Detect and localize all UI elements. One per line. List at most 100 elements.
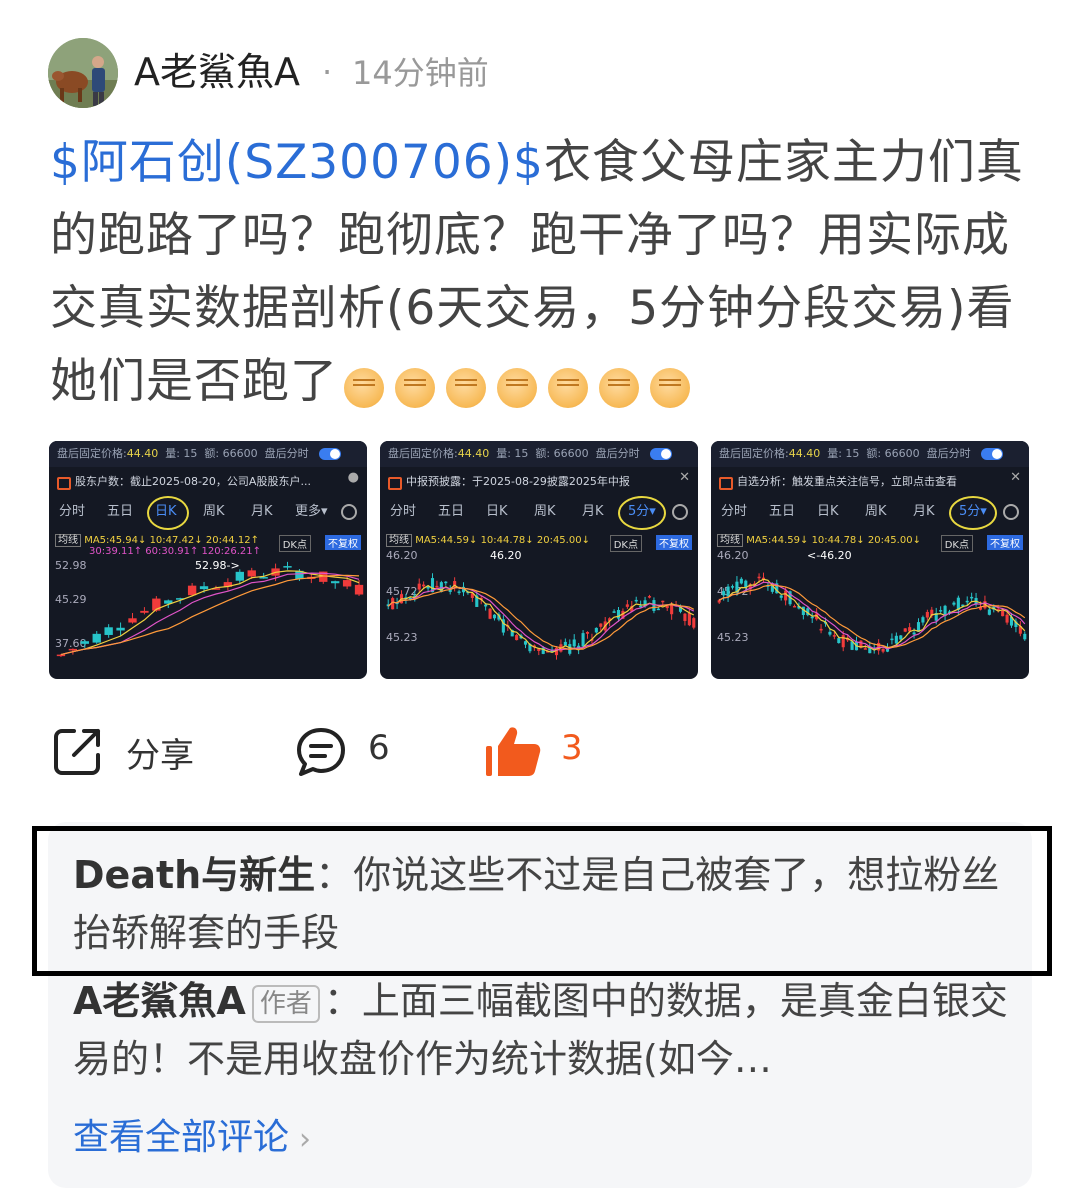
candle-body bbox=[104, 627, 113, 635]
candle-body bbox=[634, 599, 638, 602]
raised-fist-icon bbox=[548, 367, 588, 408]
comment-icon[interactable] bbox=[295, 726, 347, 778]
candle-body bbox=[841, 635, 845, 648]
candle-body bbox=[656, 608, 660, 611]
close-icon: ● bbox=[347, 470, 359, 485]
gear-icon bbox=[672, 504, 688, 520]
comment-username[interactable]: A老鯊魚A bbox=[73, 979, 246, 1023]
author-badge: 作者 bbox=[251, 984, 320, 1023]
candle-body bbox=[283, 566, 292, 568]
comment-count[interactable]: 6 bbox=[368, 728, 390, 768]
candle-body bbox=[594, 627, 598, 633]
candle-body bbox=[199, 586, 209, 590]
like-count[interactable]: 3 bbox=[561, 728, 583, 768]
candle-body bbox=[1023, 633, 1027, 640]
stock-tag-link[interactable]: $阿石创(SZ300706)$ bbox=[50, 135, 544, 190]
candle-body bbox=[921, 617, 925, 623]
candle-body bbox=[492, 614, 497, 619]
view-all-comments-link[interactable]: 查看全部评论 › bbox=[73, 1112, 311, 1166]
candle-body bbox=[647, 596, 652, 598]
candle-body bbox=[863, 648, 867, 650]
candle-body bbox=[661, 600, 665, 603]
candle-body bbox=[912, 632, 916, 635]
thumb-notice: 股东户数：截止2025-08-20，公司A股股东户... bbox=[49, 469, 367, 495]
thumbs-up-icon[interactable] bbox=[484, 724, 542, 778]
candle-body bbox=[1001, 610, 1005, 617]
candle-body bbox=[572, 639, 576, 647]
candle-body bbox=[585, 632, 590, 634]
candle-body bbox=[444, 581, 448, 584]
candle-body bbox=[939, 610, 943, 612]
ma-line bbox=[718, 581, 1026, 650]
candle-body bbox=[970, 596, 974, 599]
raised-fist-icon bbox=[395, 367, 435, 408]
candle-body bbox=[563, 641, 567, 646]
candle-body bbox=[828, 631, 832, 635]
candlestick-chart bbox=[717, 572, 1027, 655]
highlight-circle bbox=[147, 496, 189, 530]
candle-body bbox=[881, 649, 885, 652]
candle-body bbox=[435, 585, 439, 588]
candle-body bbox=[342, 580, 352, 587]
candle-body bbox=[187, 585, 197, 596]
ma-line bbox=[60, 572, 360, 656]
chart-thumbnail-3[interactable]: 盘后固定价格:44.40 量: 15 额: 66600 盘后分时 自选分析：触发… bbox=[711, 441, 1029, 679]
raised-fist-icon bbox=[650, 367, 690, 408]
close-icon: ✕ bbox=[679, 470, 690, 485]
candle-body bbox=[744, 580, 748, 588]
candle-body bbox=[779, 595, 783, 598]
gear-icon bbox=[341, 504, 357, 520]
thumb-notice: 中报预披露：于2025-08-29披露2025年中报 bbox=[380, 469, 698, 495]
after-hours-toggle bbox=[650, 448, 672, 460]
candle-body bbox=[417, 583, 421, 590]
share-icon[interactable] bbox=[52, 725, 104, 777]
chevron-right-icon: › bbox=[299, 1122, 312, 1157]
candle-body bbox=[894, 635, 898, 644]
share-button[interactable]: 分享 bbox=[126, 728, 194, 777]
candle-body bbox=[810, 616, 814, 619]
candle-body bbox=[235, 571, 244, 581]
candle-body bbox=[354, 584, 364, 595]
candle-body bbox=[717, 600, 721, 603]
candle-body bbox=[730, 586, 735, 588]
after-hours-toggle bbox=[319, 448, 341, 460]
chart-thumbnail-1[interactable]: 盘后固定价格:44.40 量: 15 额: 66600 盘后分时 股东户数：截止… bbox=[49, 441, 367, 679]
raised-fist-icon bbox=[497, 367, 537, 408]
candle-body bbox=[925, 611, 929, 618]
comment-item[interactable]: A老鯊魚A 作者 ：上面三幅截图中的数据，是真金白银交易的！不是用收盘价作为统计数据… bbox=[73, 972, 1013, 1088]
after-hours-toggle bbox=[981, 448, 1003, 460]
candle-body bbox=[128, 618, 137, 623]
candle-body bbox=[599, 623, 603, 627]
thumb-tabs: 分时 五日 日K 周K 月K 更多▾ bbox=[49, 496, 367, 530]
author-name[interactable]: A老鯊魚A bbox=[134, 46, 300, 98]
candle-body bbox=[616, 609, 621, 619]
highlight-circle bbox=[618, 496, 666, 530]
candle-body bbox=[687, 613, 691, 626]
candle-body bbox=[819, 628, 823, 631]
candlestick-chart bbox=[56, 561, 364, 658]
ma-line bbox=[718, 584, 1026, 649]
candle-body bbox=[80, 641, 89, 644]
post-text: $阿石创(SZ300706)$衣食父母庄家主力们真的跑路了吗？跑彻底？跑干净了吗… bbox=[50, 126, 1030, 421]
candle-body bbox=[56, 654, 66, 657]
candle-body bbox=[581, 633, 585, 647]
candle-body bbox=[757, 576, 761, 579]
candle-body bbox=[612, 611, 616, 613]
candle-body bbox=[832, 635, 836, 637]
candle-body bbox=[68, 648, 78, 651]
close-icon: ✕ bbox=[1010, 470, 1021, 485]
candle-body bbox=[722, 591, 726, 596]
candle-body bbox=[92, 633, 101, 643]
candle-body bbox=[625, 604, 629, 607]
candle-body bbox=[1005, 614, 1009, 623]
avatar[interactable] bbox=[48, 38, 118, 108]
candle-body bbox=[457, 591, 461, 593]
candle-body bbox=[890, 638, 894, 641]
candle-body bbox=[422, 584, 426, 587]
ma-line bbox=[718, 578, 1026, 651]
candle-body bbox=[683, 613, 687, 622]
raised-fist-icon bbox=[446, 367, 486, 408]
chart-thumbnail-2[interactable]: 盘后固定价格:44.40 量: 15 额: 66600 盘后分时 中报预披露：于… bbox=[380, 441, 698, 679]
highlight-circle bbox=[949, 496, 997, 530]
emoji-group bbox=[344, 348, 701, 421]
